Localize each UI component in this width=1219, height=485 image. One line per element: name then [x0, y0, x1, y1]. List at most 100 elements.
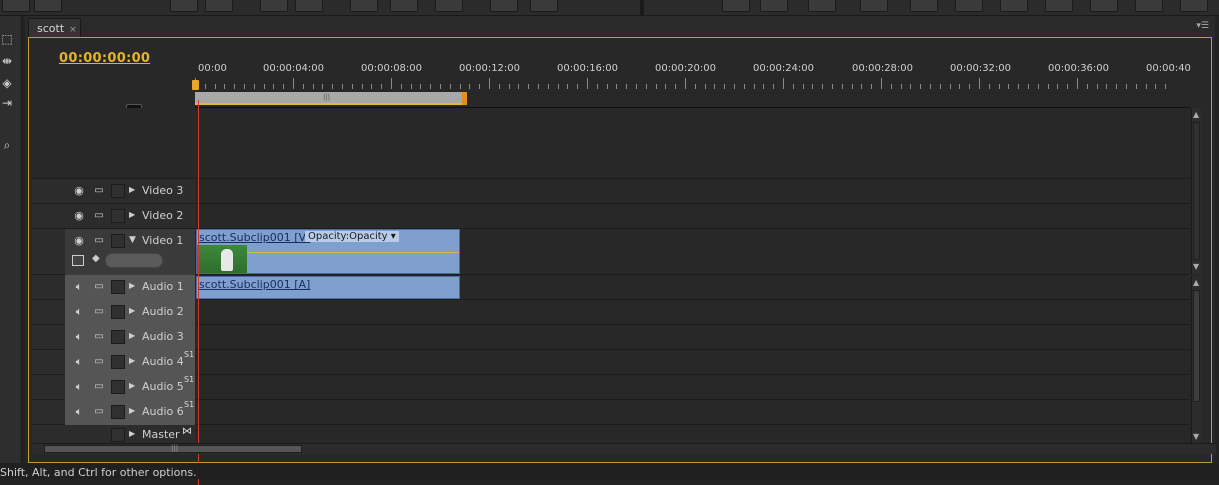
toolbar-button[interactable]: [390, 0, 418, 12]
keyframe-icon[interactable]: ◆: [92, 253, 100, 264]
track-body-master[interactable]: [196, 425, 1190, 445]
lock-toggle[interactable]: [111, 380, 125, 394]
track-select-icon[interactable]: ⬚: [0, 32, 14, 46]
audio-clip[interactable]: scott.Subclip001 [A]: [196, 276, 460, 299]
filmstrip-icon[interactable]: ▭: [92, 306, 106, 318]
track-body-audio-1[interactable]: scott.Subclip001 [A]: [196, 275, 1190, 300]
opacity-rubber-band[interactable]: [247, 252, 459, 253]
expand-icon[interactable]: ▶: [129, 356, 135, 365]
track-header-video-1[interactable]: ◉ ▭ ▼ Video 1 ◆: [32, 229, 195, 275]
speaker-icon[interactable]: 🔈︎: [72, 281, 86, 293]
toolbar-button[interactable]: [1180, 0, 1208, 12]
expand-icon[interactable]: ▶: [129, 281, 135, 290]
toolbar-button[interactable]: [1135, 0, 1163, 12]
expand-icon[interactable]: ▶: [129, 406, 135, 415]
video-clip[interactable]: scott.Subclip001 [V] Opacity:Opacity ▾: [196, 229, 460, 274]
track-body-video-2[interactable]: [196, 204, 1190, 229]
filmstrip-icon[interactable]: ▭: [92, 356, 106, 368]
scroll-up-icon[interactable]: ▲: [1193, 110, 1199, 119]
toolbar-button[interactable]: [1000, 0, 1028, 12]
track-header-audio-4[interactable]: 🔈︎ ▭ ▶ Audio 4 S1: [32, 350, 195, 375]
lock-toggle[interactable]: [111, 234, 125, 248]
track-header-audio-1[interactable]: 🔈︎ ▭ ▶ Audio 1: [32, 275, 195, 300]
display-style-icon[interactable]: [72, 255, 84, 266]
toolbar-button[interactable]: [260, 0, 288, 12]
scroll-down-icon[interactable]: ▼: [1193, 262, 1199, 271]
toolbar-button[interactable]: [295, 0, 323, 12]
lock-toggle[interactable]: [111, 405, 125, 419]
toolbar-button[interactable]: [2, 0, 30, 12]
slip-icon[interactable]: ⇥: [0, 96, 14, 110]
toolbar-button[interactable]: [350, 0, 378, 12]
track-header-video-3[interactable]: ◉ ▭ ▶ Video 3: [32, 179, 195, 204]
expand-icon[interactable]: ▶: [129, 429, 135, 438]
audio-vertical-scrollbar[interactable]: ▲ ▼: [1191, 276, 1201, 444]
track-header-master[interactable]: ▶ Master ⋈: [32, 425, 195, 445]
filmstrip-icon[interactable]: ▭: [92, 406, 106, 418]
filmstrip-icon[interactable]: ▭: [92, 210, 106, 222]
speaker-icon[interactable]: 🔈︎: [72, 331, 86, 343]
expand-icon[interactable]: ▶: [129, 210, 135, 219]
speaker-icon[interactable]: 🔈︎: [72, 406, 86, 418]
toolbar-button[interactable]: [808, 0, 836, 12]
speaker-icon[interactable]: 🔈︎: [72, 306, 86, 318]
track-header-audio-3[interactable]: 🔈︎ ▭ ▶ Audio 3: [32, 325, 195, 350]
toolbar-button[interactable]: [722, 0, 750, 12]
lock-toggle[interactable]: [111, 280, 125, 294]
ripple-edit-icon[interactable]: ⇼: [0, 54, 14, 68]
toolbar-button[interactable]: [910, 0, 938, 12]
track-header-audio-6[interactable]: 🔈︎ ▭ ▶ Audio 6 S1: [32, 400, 195, 425]
horizontal-scrollbar[interactable]: |||: [32, 443, 1216, 454]
toolbar-button[interactable]: [955, 0, 983, 12]
scrollbar-thumb[interactable]: [1193, 290, 1200, 402]
opacity-dropdown[interactable]: Opacity:Opacity ▾: [305, 231, 399, 242]
track-body-audio-6[interactable]: [196, 400, 1190, 425]
keyframe-navigator[interactable]: [105, 253, 163, 268]
filmstrip-icon[interactable]: ▭: [92, 235, 106, 247]
work-area-end-handle[interactable]: [462, 92, 467, 105]
toolbar-button[interactable]: [1045, 0, 1073, 12]
track-body-audio-2[interactable]: [196, 300, 1190, 325]
track-body-video-3[interactable]: [196, 179, 1190, 204]
expand-icon[interactable]: ▶: [129, 185, 135, 194]
playhead-line[interactable]: [198, 100, 199, 485]
filmstrip-icon[interactable]: ▭: [92, 281, 106, 293]
speaker-icon[interactable]: 🔈︎: [72, 356, 86, 368]
track-body-audio-4[interactable]: [196, 350, 1190, 375]
eye-icon[interactable]: ◉: [72, 210, 86, 222]
work-area-bar[interactable]: |||: [195, 92, 467, 105]
expand-icon[interactable]: ▶: [129, 331, 135, 340]
toolbar-button[interactable]: [170, 0, 198, 12]
toolbar-button[interactable]: [530, 0, 558, 12]
expand-icon[interactable]: ▶: [129, 306, 135, 315]
scroll-down-icon[interactable]: ▼: [1193, 432, 1199, 441]
filmstrip-icon[interactable]: ▭: [92, 381, 106, 393]
scrollbar-thumb[interactable]: |||: [44, 444, 302, 453]
time-ruler[interactable]: 00:00 00:00:04:00 00:00:08:00 00:00:12:0…: [192, 60, 1191, 108]
lock-toggle[interactable]: [111, 355, 125, 369]
speaker-icon[interactable]: 🔈︎: [72, 381, 86, 393]
lock-toggle[interactable]: [111, 305, 125, 319]
panel-menu-icon[interactable]: ▾☰: [1196, 21, 1209, 31]
eye-icon[interactable]: ◉: [72, 185, 86, 197]
lock-toggle[interactable]: [111, 428, 125, 442]
toolbar-button[interactable]: [1090, 0, 1118, 12]
lock-toggle[interactable]: [111, 330, 125, 344]
eye-icon[interactable]: ◉: [72, 235, 86, 247]
current-timecode[interactable]: 00:00:00:00: [59, 51, 150, 66]
track-body-audio-5[interactable]: [196, 375, 1190, 400]
toolbar-button[interactable]: [760, 0, 788, 12]
track-header-audio-5[interactable]: 🔈︎ ▭ ▶ Audio 5 S1: [32, 375, 195, 400]
toolbar-button[interactable]: [435, 0, 463, 12]
scroll-up-icon[interactable]: ▲: [1193, 278, 1199, 287]
filmstrip-icon[interactable]: ▭: [92, 185, 106, 197]
scrollbar-thumb[interactable]: [1193, 122, 1200, 260]
lock-toggle[interactable]: [111, 209, 125, 223]
track-header-video-2[interactable]: ◉ ▭ ▶ Video 2: [32, 204, 195, 229]
toolbar-button[interactable]: [34, 0, 62, 12]
close-icon[interactable]: ×: [69, 25, 77, 35]
zoom-icon[interactable]: ⌕: [0, 138, 14, 152]
collapse-icon[interactable]: ▼: [129, 235, 136, 245]
razor-icon[interactable]: ◈: [0, 76, 14, 90]
expand-icon[interactable]: ▶: [129, 381, 135, 390]
